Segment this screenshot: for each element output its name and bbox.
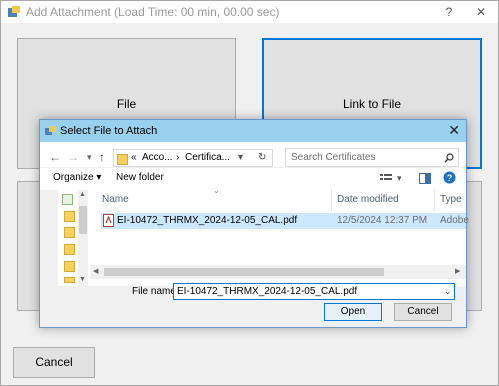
folder-icon[interactable] — [64, 261, 75, 272]
scroll-up-icon[interactable]: ▲ — [79, 191, 86, 198]
filename-dropdown-icon[interactable]: ⌄ — [444, 286, 452, 297]
scroll-right-icon[interactable]: ▶ — [455, 267, 460, 275]
file-date: 12/5/2024 12:37 PM — [337, 215, 428, 226]
filename-label: File name: — [132, 286, 179, 297]
link-to-file-label: Link to File — [342, 97, 402, 111]
dialog-icon — [45, 126, 56, 135]
column-date-modified[interactable]: Date modified — [337, 194, 399, 205]
file-button-label: File — [116, 97, 137, 111]
column-type[interactable]: Type — [440, 194, 462, 205]
dialog-title: Select File to Attach — [60, 125, 158, 137]
file-name: EI-10472_THRMX_2024-12-05_CAL.pdf — [117, 215, 298, 226]
refresh-icon[interactable]: ↻ — [258, 150, 266, 166]
file-list-hscrollbar[interactable]: ◀ ▶ — [90, 265, 466, 279]
scroll-down-icon[interactable]: ▼ — [79, 276, 86, 283]
file-dialog: Select File to Attach ✕ ← → ▾ ↑ « Acco..… — [39, 119, 469, 328]
sort-indicator-icon: ⌄ — [213, 186, 220, 195]
folder-icon[interactable] — [64, 211, 75, 222]
file-type: Adobe — [440, 215, 469, 226]
search-input[interactable]: Search Certificates — [285, 148, 459, 167]
preview-pane-icon[interactable] — [419, 173, 431, 184]
window-titlebar: Add Attachment (Load Time: 00 min, 00.00… — [1, 1, 498, 23]
filename-input[interactable]: EI-10472_THRMX_2024-12-05_CAL.pdf — [173, 283, 455, 300]
scroll-thumb[interactable] — [104, 268, 384, 276]
app-icon — [8, 6, 20, 17]
folder-icon[interactable] — [64, 244, 75, 255]
folder-icon — [117, 154, 128, 165]
main-cancel-button[interactable]: Cancel — [13, 347, 95, 378]
address-crumb-1[interactable]: Acco... — [142, 150, 173, 166]
view-dropdown-icon[interactable]: ▾ — [397, 173, 402, 184]
column-divider[interactable] — [331, 189, 332, 211]
open-button[interactable]: Open — [324, 303, 382, 321]
forward-arrow-icon[interactable]: → — [67, 150, 79, 164]
new-folder-button[interactable]: New folder — [116, 172, 164, 183]
organize-button[interactable]: Organize ▾ — [53, 172, 101, 183]
dialog-titlebar: Select File to Attach ✕ — [40, 120, 466, 142]
address-overflow[interactable]: « — [131, 150, 137, 166]
file-row[interactable]: EI-10472_THRMX_2024-12-05_CAL.pdf 12/5/2… — [101, 213, 469, 229]
window-title: Add Attachment (Load Time: 00 min, 00.00… — [26, 5, 280, 19]
address-separator: › — [176, 152, 180, 163]
recent-locations-icon[interactable]: ▾ — [87, 152, 92, 163]
command-bar: Organize ▾ New folder ▾ ? — [40, 167, 466, 190]
address-bar[interactable]: « Acco... › Certifica... ▾ ↻ — [113, 149, 273, 167]
scroll-left-icon[interactable]: ◀ — [93, 267, 98, 275]
pdf-file-icon — [103, 214, 114, 227]
address-crumb-2[interactable]: Certifica... — [185, 150, 230, 166]
column-header: Name ⌄ Date modified Type — [90, 186, 466, 211]
column-divider[interactable] — [434, 189, 435, 211]
view-options-icon[interactable] — [380, 173, 392, 183]
navigation-scrollbar[interactable]: ▲ ▼ — [78, 190, 88, 286]
dialog-cancel-button[interactable]: Cancel — [394, 303, 452, 321]
quick-access-icon[interactable] — [62, 194, 73, 205]
help-button[interactable]: ? — [439, 3, 459, 21]
dialog-close-icon[interactable]: ✕ — [448, 122, 460, 139]
search-icon — [444, 153, 454, 163]
column-name[interactable]: Name — [102, 194, 129, 205]
svg-text:?: ? — [447, 173, 453, 183]
scroll-thumb[interactable] — [79, 206, 87, 234]
back-arrow-icon[interactable]: ← — [49, 150, 61, 164]
folder-icon[interactable] — [64, 277, 75, 283]
up-folder-icon[interactable]: ↑ — [99, 150, 105, 164]
folder-icon[interactable] — [64, 227, 75, 238]
close-button[interactable]: ✕ — [471, 3, 491, 21]
help-icon[interactable]: ? — [443, 171, 456, 184]
address-dropdown-icon[interactable]: ▾ — [238, 150, 243, 166]
